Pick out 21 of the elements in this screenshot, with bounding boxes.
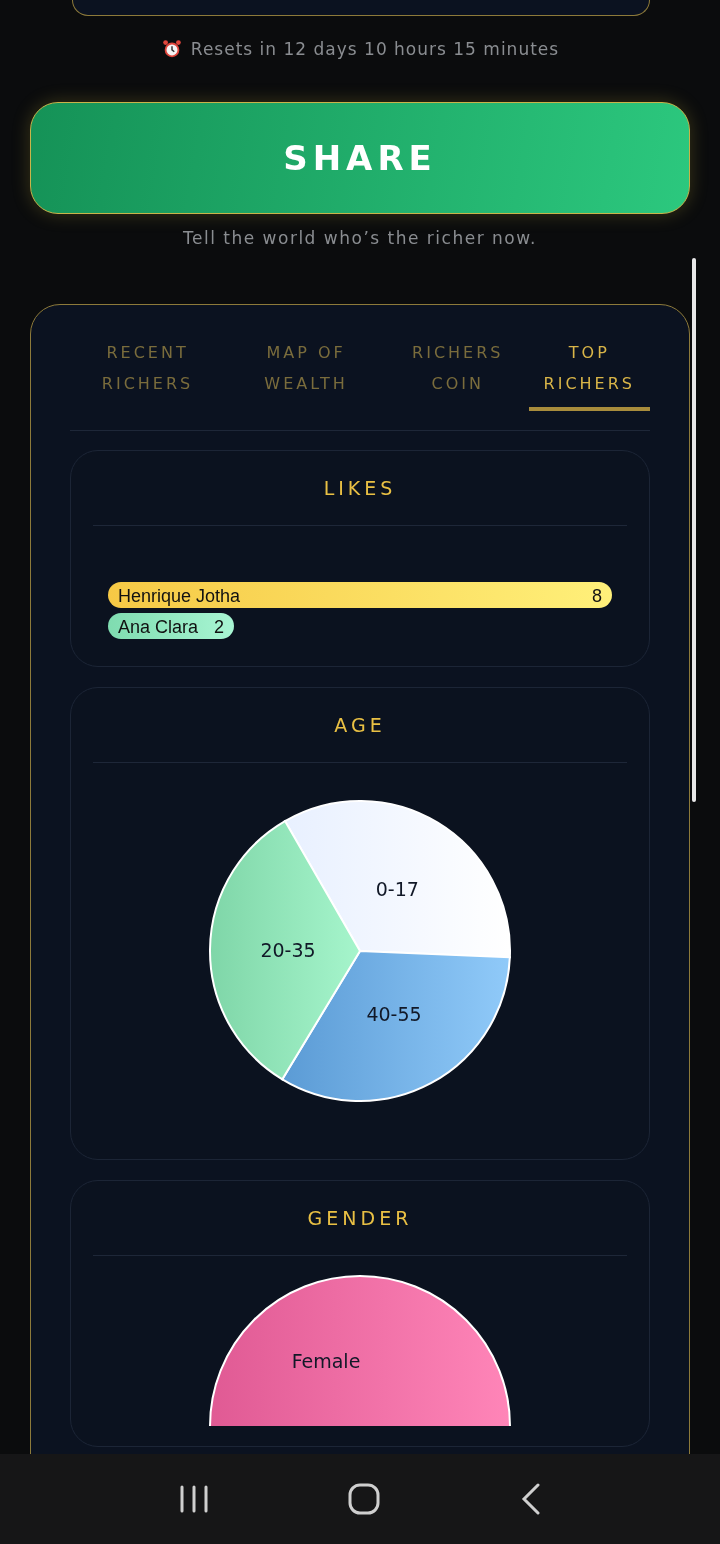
tab[interactable]: RECENT RICHERS (81, 337, 214, 411)
share-caption: Tell the world who’s the richer now. (182, 228, 538, 250)
card-title: AGE (333, 714, 387, 738)
bar-value: 2 (214, 617, 224, 637)
tab[interactable]: TOP RICHERS (528, 337, 650, 411)
card-title: LIKES (322, 477, 398, 501)
bar-label: Ana Clara (118, 617, 199, 637)
tab[interactable]: RICHERS COIN (391, 337, 524, 411)
bar-value: 8 (592, 586, 602, 606)
slice-label: 0-17 (375, 878, 419, 901)
tab[interactable]: MAP OF WEALTH (240, 337, 373, 411)
reset-countdown: Resets in 12 days 10 hours 15 minutes (190, 39, 560, 59)
card-title: GENDER (306, 1207, 414, 1231)
slice-label: 20-35 (260, 939, 316, 962)
share-button[interactable]: SHARE (30, 102, 690, 214)
home-icon[interactable] (348, 1483, 380, 1515)
slice-label: Female (291, 1350, 361, 1372)
alarm-clock-icon (160, 38, 183, 60)
bar-label: Henrique Jotha (118, 586, 241, 606)
recent-apps-icon[interactable] (179, 1485, 210, 1513)
slice-label: 40-55 (366, 1003, 422, 1026)
